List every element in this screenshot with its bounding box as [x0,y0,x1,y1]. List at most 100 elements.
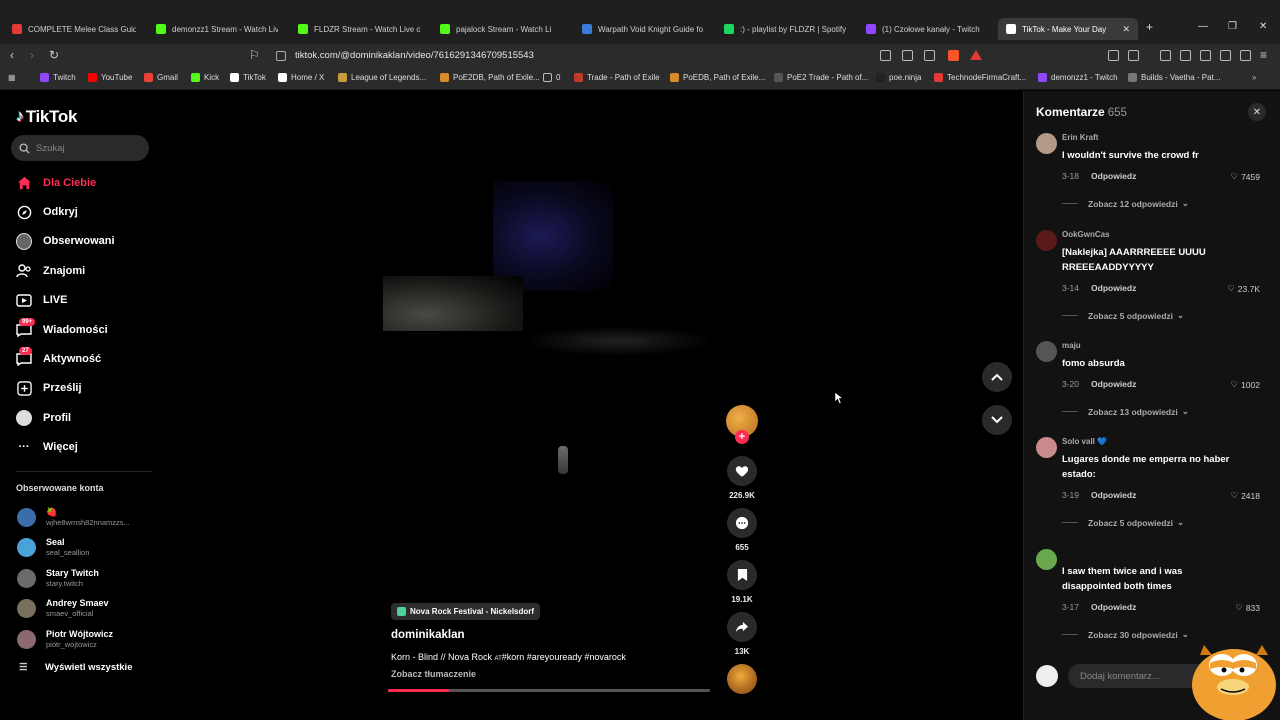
extensions-icon[interactable] [1108,50,1119,61]
reload-button[interactable]: ↻ [49,48,59,62]
url-field[interactable]: tiktok.com/@dominikaklan/video/761629134… [295,50,534,61]
location-tag[interactable]: Nova Rock Festival - Nickelsdorf [391,603,541,620]
comment-like-button[interactable]: ♡ 7459 [1226,171,1260,182]
brave-rewards-icon[interactable] [970,50,982,60]
next-video-button[interactable] [982,405,1012,435]
view-replies-button[interactable]: Zobacz 5 odpowiedzi ⌄ [1062,310,1184,321]
wallet-icon[interactable] [1200,50,1211,61]
like-action[interactable]: 226.9K [726,456,758,500]
description-hashtags[interactable]: #korn #areyouready #novarock [502,652,626,662]
bookmark-item[interactable]: Home / X [278,73,324,82]
avatar[interactable] [1036,133,1057,154]
nav-friends[interactable]: Znajomi [16,260,156,282]
music-disc-icon[interactable] [727,664,757,694]
share-button[interactable] [727,612,757,642]
extension-icon[interactable] [902,50,913,61]
close-comments-button[interactable]: ✕ [1248,103,1266,121]
reply-button[interactable]: Odpowiedz [1091,490,1136,500]
close-tab-icon[interactable]: ✕ [1122,24,1130,35]
new-tab-button[interactable]: + [1146,20,1153,34]
comment-username[interactable]: Solo vall 💙 [1062,437,1107,446]
comment-action[interactable]: 655 [726,508,758,552]
view-replies-button[interactable]: Zobacz 30 odpowiedzi ⌄ [1062,629,1189,640]
followed-account[interactable]: Andrey Smaev smaev_official [17,596,157,620]
comment-like-button[interactable]: ♡ 833 [1226,602,1260,613]
nav-activity[interactable]: 27 Aktywność [16,347,156,370]
save-action[interactable]: 19.1K [726,560,758,604]
bookmark-item[interactable]: Builds - Vaetha - Pat... [1128,73,1220,82]
vpn-icon[interactable] [1240,50,1251,61]
browser-tab[interactable]: FLDZR Stream - Watch Live on [294,18,420,40]
bookmark-item[interactable]: TechnodeFirmaCraft... [934,73,1026,82]
previous-video-button[interactable] [982,362,1012,392]
sidebar-icon[interactable] [1180,50,1191,61]
comment-username[interactable]: OokGwnCas [1062,230,1110,239]
followed-account[interactable]: Piotr Wójtowicz piotr_wojtowicz [17,627,157,651]
nav-following[interactable]: Obserwowani [16,230,156,252]
minimize-button[interactable]: — [1198,21,1208,32]
reply-button[interactable]: Odpowiedz [1091,283,1136,293]
back-button[interactable]: ‹ [10,48,14,62]
bookmark-item[interactable]: PoE2 Trade - Path of... [774,73,868,82]
save-button[interactable] [727,560,757,590]
browser-tab[interactable]: COMPLETE Melee Class Guide [8,18,136,40]
comment-button[interactable] [727,508,757,538]
browser-tab[interactable]: pajalock Stream - Watch Li [436,18,562,40]
bookmark-item[interactable]: Twitch [40,73,76,82]
share-action[interactable]: 13K [726,612,758,656]
bookmark-item[interactable]: Gmail [144,73,178,82]
followed-account[interactable]: 🍓 wjhe8wmsh82nnamzzs... [17,505,157,529]
avatar[interactable] [1036,341,1057,362]
menu-icon[interactable]: ≡ [1260,48,1267,62]
like-button[interactable] [727,456,757,486]
nav-live[interactable]: LIVE [16,289,156,311]
bookmark-folder[interactable]: 0 [543,73,560,82]
search-box[interactable] [11,135,149,161]
brave-shield-icon[interactable] [948,50,959,61]
comment-like-button[interactable]: ♡ 23.7K [1226,283,1260,294]
video-player[interactable] [383,91,713,691]
bookmark-item[interactable]: League of Legends... [338,73,426,82]
close-window-button[interactable]: ✕ [1259,21,1267,32]
nav-profile[interactable]: Profil [16,407,156,429]
followed-account[interactable]: Stary Twitch stary.twitch [17,566,157,590]
share-icon[interactable] [924,50,935,61]
avatar[interactable] [1036,437,1057,458]
view-replies-button[interactable]: Zobacz 13 odpowiedzi ⌄ [1062,406,1189,417]
comment-username[interactable]: Erin Kraft [1062,133,1098,142]
followed-account[interactable]: Seal seal_seallion [17,535,157,559]
see-all-accounts-button[interactable]: ☰ Wyświetl wszystkie [19,662,132,673]
bookmark-item[interactable]: PoE2DB, Path of Exile... [440,73,540,82]
apps-icon[interactable]: ▦ [8,73,16,82]
bookmark-icon[interactable]: ⚐ [249,48,260,62]
wallet-icon[interactable] [1128,50,1139,61]
comment-like-button[interactable]: ♡ 2418 [1226,490,1260,501]
avatar[interactable] [1036,549,1057,570]
avatar[interactable] [1036,230,1057,251]
browser-tab[interactable]: Warpath Void Knight Guide fo [578,18,704,40]
bookmark-item[interactable]: YouTube [88,73,132,82]
see-translation-button[interactable]: Zobacz tłumaczenie [391,669,476,679]
view-replies-button[interactable]: Zobacz 12 odpowiedzi ⌄ [1062,198,1189,209]
follow-button[interactable]: + [735,430,749,444]
reply-button[interactable]: Odpowiedz [1091,379,1136,389]
forward-button[interactable]: › [30,48,34,62]
bookmark-item[interactable]: PoEDB, Path of Exile... [670,73,765,82]
tiktok-logo[interactable]: ♪ TikTok [16,107,77,127]
comment-like-button[interactable]: ♡ 1002 [1226,379,1260,390]
more-bookmarks-icon[interactable]: » [1252,73,1256,82]
browser-tab[interactable]: :) - playlist by FLDZR | Spotify [720,18,846,40]
browser-tab[interactable]: demonzz1 Stream - Watch Live [152,18,278,40]
bookmark-item[interactable]: poe.ninja [876,73,921,82]
browser-tab-active[interactable]: TikTok - Make Your Day ✕ [998,18,1138,40]
nav-messages[interactable]: 99+ Wiadomości [16,318,156,341]
nav-explore[interactable]: Odkryj [16,201,156,223]
nav-upload[interactable]: Prześlij [16,377,156,399]
bookmark-item[interactable]: TikTok [230,73,266,82]
extension-icon[interactable] [880,50,891,61]
video-author[interactable]: dominikaklan [391,629,465,641]
maximize-button[interactable]: ❐ [1228,21,1237,32]
comment-username[interactable]: maju [1062,341,1081,350]
media-icon[interactable] [1160,50,1171,61]
bookmark-item[interactable]: Kick [191,73,219,82]
